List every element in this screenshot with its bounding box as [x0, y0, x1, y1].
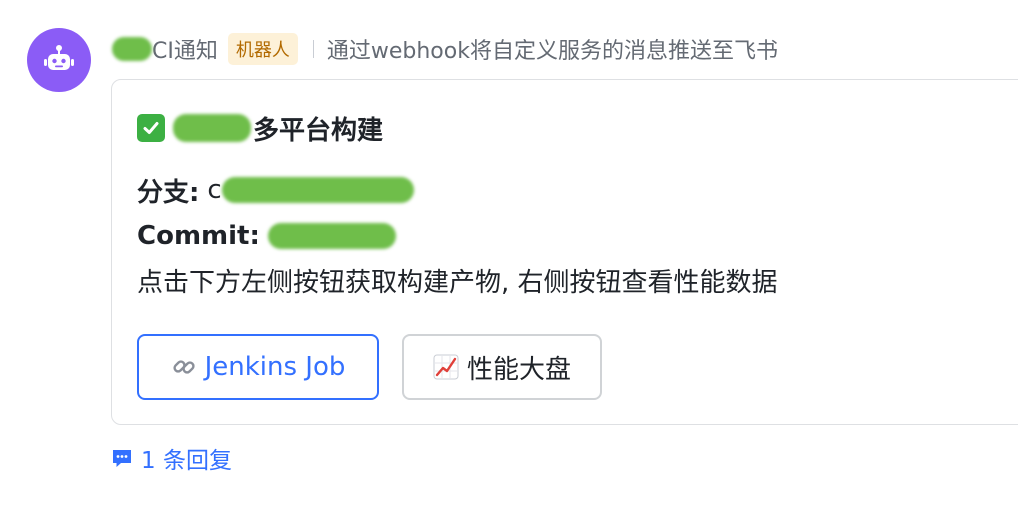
message-item: CI通知 机器人 通过webhook将自定义服务的消息推送至飞书 多平台构建 分…: [0, 0, 1018, 506]
redacted-project-name: [173, 114, 251, 142]
bot-description: 通过webhook将自定义服务的消息推送至飞书: [326, 39, 778, 64]
link-icon: [171, 354, 197, 380]
redacted-branch-value: [221, 177, 414, 203]
robot-icon: [44, 45, 74, 70]
performance-dashboard-button[interactable]: 性能大盘: [402, 334, 602, 400]
header-divider: [312, 40, 314, 58]
commit-row: Commit:: [137, 218, 396, 254]
card-description: 点击下方左侧按钮获取构建产物, 右侧按钮查看性能数据: [137, 268, 778, 298]
branch-label: 分支:: [137, 177, 200, 208]
redacted-sender-name: [112, 37, 152, 61]
jenkins-job-label: Jenkins Job: [204, 352, 346, 382]
message-card: 多平台构建 分支: c Commit: 点击下方左侧按钮获取构建产物, 右侧按钮…: [111, 79, 1018, 425]
commit-label: Commit:: [137, 221, 260, 251]
reply-link[interactable]: 1 条回复: [111, 440, 232, 476]
sender-name[interactable]: CI通知: [152, 33, 218, 65]
branch-value-prefix: c: [207, 175, 222, 205]
bot-badge: 机器人: [227, 33, 298, 65]
chart-increasing-icon: [433, 354, 459, 380]
performance-dashboard-label: 性能大盘: [466, 354, 571, 385]
redacted-commit-value: [267, 223, 396, 249]
reply-count-label: 1 条回复: [141, 448, 232, 474]
jenkins-job-button[interactable]: Jenkins Job: [137, 334, 379, 400]
card-title: 多平台构建: [137, 110, 383, 146]
bot-avatar[interactable]: [27, 28, 91, 92]
comment-icon: [111, 447, 133, 469]
check-mark-icon: [137, 114, 165, 142]
message-header: CI通知 机器人 通过webhook将自定义服务的消息推送至飞书: [112, 32, 778, 66]
card-title-text: 多平台构建: [253, 115, 384, 146]
branch-row: 分支: c: [137, 172, 414, 208]
